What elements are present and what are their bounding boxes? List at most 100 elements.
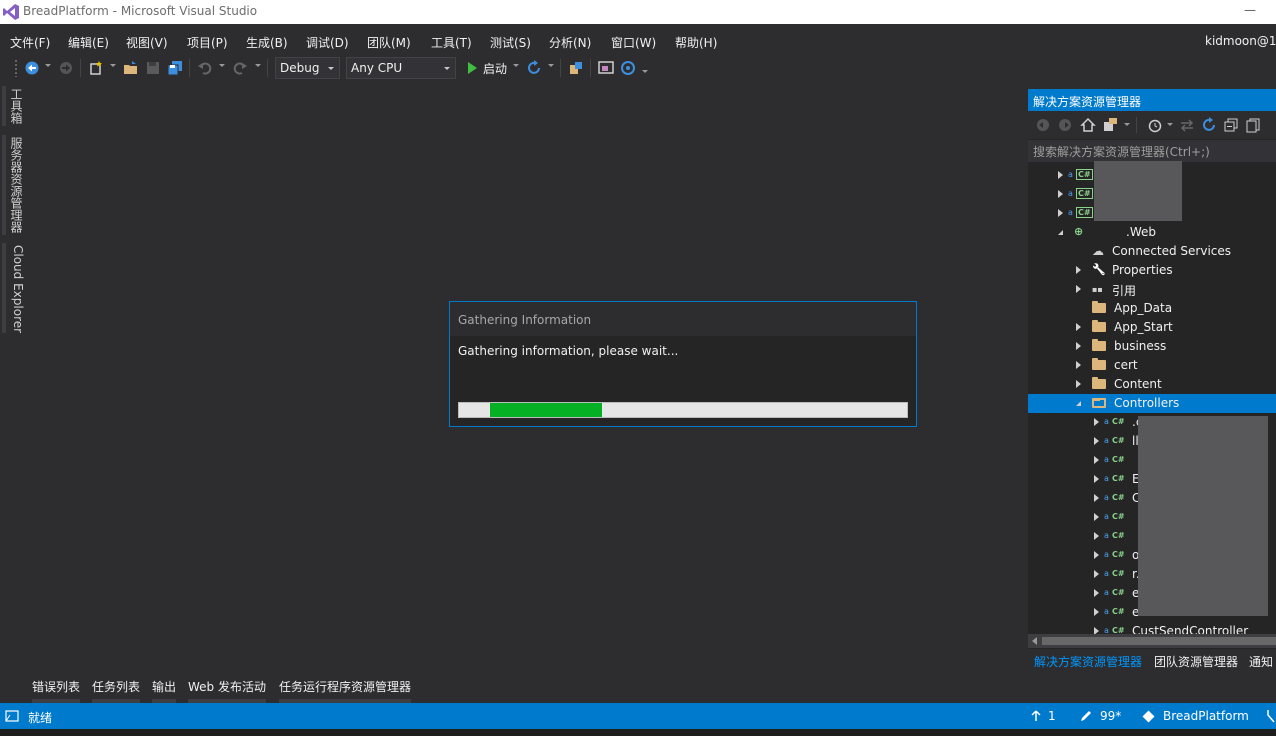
switch-views-icon[interactable] xyxy=(1103,117,1119,133)
tree-item[interactable]: Content xyxy=(1028,375,1276,394)
branch-icon[interactable] xyxy=(1266,709,1276,723)
menu-team[interactable]: 团队(M) xyxy=(367,34,411,51)
start-button[interactable]: 启动 xyxy=(483,60,507,77)
undo-dropdown-icon[interactable] xyxy=(219,64,225,67)
collapsed-arrow-icon[interactable] xyxy=(1094,551,1099,559)
expanded-arrow-icon[interactable] xyxy=(1076,401,1081,406)
tree-item[interactable]: Controllers xyxy=(1028,394,1276,413)
menu-file[interactable]: 文件(F) xyxy=(10,34,50,51)
tab-task-runner-explorer[interactable]: 任务运行程序资源管理器 xyxy=(279,678,412,704)
scrollbar-thumb[interactable] xyxy=(1042,637,1276,645)
menu-help[interactable]: 帮助(H) xyxy=(675,34,717,51)
switch-views-dropdown-icon[interactable] xyxy=(1124,123,1130,126)
back-dropdown-icon[interactable] xyxy=(45,64,51,67)
collapsed-arrow-icon[interactable] xyxy=(1058,171,1063,179)
refresh-icon[interactable] xyxy=(526,60,542,76)
new-project-dropdown-icon[interactable] xyxy=(110,64,116,67)
tree-item[interactable]: cert xyxy=(1028,356,1276,375)
menu-edit[interactable]: 编辑(E) xyxy=(68,34,109,51)
collapsed-arrow-icon[interactable] xyxy=(1094,570,1099,578)
collapsed-arrow-icon[interactable] xyxy=(1094,494,1099,502)
redo-dropdown-icon[interactable] xyxy=(255,64,261,67)
collapsed-arrow-icon[interactable] xyxy=(1094,475,1099,483)
cloud-explorer-tab[interactable]: Cloud Explorer xyxy=(9,245,25,333)
menu-test[interactable]: 测试(S) xyxy=(490,34,531,51)
redo-icon[interactable] xyxy=(232,60,248,76)
solution-horizontal-scrollbar[interactable] xyxy=(1028,634,1276,648)
open-file-icon[interactable] xyxy=(123,60,139,76)
tree-item[interactable]: 🔧 Properties xyxy=(1028,261,1276,280)
tree-item[interactable]: a C# CustSendController xyxy=(1028,622,1276,634)
menu-build[interactable]: 生成(B) xyxy=(246,34,288,51)
solution-search-input[interactable]: 搜索解决方案资源管理器(Ctrl+;) xyxy=(1028,140,1276,162)
home-icon[interactable] xyxy=(1080,117,1096,133)
pending-changes-filter-icon[interactable] xyxy=(1147,117,1163,133)
refresh-dropdown-icon[interactable] xyxy=(548,64,554,67)
pending-changes-count[interactable]: 99* xyxy=(1100,709,1121,723)
toolbar-grip[interactable] xyxy=(14,59,18,77)
collapsed-arrow-icon[interactable] xyxy=(1094,456,1099,464)
tab-output[interactable]: 输出 xyxy=(152,678,177,704)
refresh-icon[interactable] xyxy=(1201,117,1217,133)
filter-dropdown-icon[interactable] xyxy=(1167,123,1173,126)
solution-configuration-select[interactable]: Debug xyxy=(275,57,340,79)
toolbox-tab[interactable]: 工具箱 xyxy=(9,88,25,124)
collapsed-arrow-icon[interactable] xyxy=(1094,532,1099,540)
minimize-button[interactable]: — xyxy=(1244,3,1256,17)
forward-icon[interactable] xyxy=(58,60,74,76)
collapsed-arrow-icon[interactable] xyxy=(1076,361,1081,369)
unpublished-commits-count[interactable]: 1 xyxy=(1048,709,1056,723)
collapsed-arrow-icon[interactable] xyxy=(1058,190,1063,198)
menu-debug[interactable]: 调试(D) xyxy=(306,34,349,51)
collapsed-arrow-icon[interactable] xyxy=(1094,513,1099,521)
tab-team-explorer[interactable]: 团队资源管理器 xyxy=(1154,653,1238,670)
collapsed-arrow-icon[interactable] xyxy=(1094,437,1099,445)
server-explorer-tab[interactable]: 服务器资源管理器 xyxy=(9,137,25,233)
tree-item[interactable]: App_Data xyxy=(1028,299,1276,318)
back-icon[interactable] xyxy=(1036,118,1050,132)
solution-explorer-title[interactable]: 解决方案资源管理器 xyxy=(1028,89,1276,111)
collapsed-arrow-icon[interactable] xyxy=(1076,323,1081,331)
collapsed-arrow-icon[interactable] xyxy=(1094,627,1099,634)
user-account[interactable]: kidmoon@1 xyxy=(1205,34,1276,48)
start-dropdown-icon[interactable] xyxy=(513,64,519,67)
web-essentials-icon[interactable] xyxy=(620,60,636,76)
show-all-files-icon[interactable] xyxy=(1245,117,1261,133)
collapsed-arrow-icon[interactable] xyxy=(1094,418,1099,426)
repository-name[interactable]: BreadPlatform xyxy=(1163,709,1249,723)
collapsed-arrow-icon[interactable] xyxy=(1076,342,1081,350)
scroll-left-icon[interactable] xyxy=(1032,637,1037,645)
menu-analyze[interactable]: 分析(N) xyxy=(549,34,591,51)
collapsed-arrow-icon[interactable] xyxy=(1076,380,1081,388)
save-icon[interactable] xyxy=(145,60,161,76)
output-window-icon[interactable] xyxy=(5,710,19,722)
start-icon[interactable] xyxy=(464,60,480,76)
tree-item[interactable]: business xyxy=(1028,337,1276,356)
expanded-arrow-icon[interactable] xyxy=(1058,230,1063,235)
tree-item[interactable]: ⊕ .Web xyxy=(1028,223,1276,242)
save-all-icon[interactable] xyxy=(167,60,183,76)
browser-link-icon[interactable] xyxy=(598,60,614,76)
tab-notifications[interactable]: 通知 xyxy=(1249,653,1273,670)
collapsed-arrow-icon[interactable] xyxy=(1076,285,1081,293)
tree-item[interactable]: App_Start xyxy=(1028,318,1276,337)
solution-platform-select[interactable]: Any CPU xyxy=(346,57,456,79)
collapsed-arrow-icon[interactable] xyxy=(1094,589,1099,597)
tab-web-publish-activity[interactable]: Web 发布活动 xyxy=(188,678,266,704)
tab-task-list[interactable]: 任务列表 xyxy=(92,678,141,704)
collapsed-arrow-icon[interactable] xyxy=(1076,266,1081,274)
toolbar-overflow-icon[interactable] xyxy=(642,70,648,73)
menu-view[interactable]: 视图(V) xyxy=(126,34,168,51)
collapse-all-icon[interactable] xyxy=(1223,117,1239,133)
undo-icon[interactable] xyxy=(197,60,213,76)
find-icon[interactable] xyxy=(568,60,584,76)
tree-item[interactable]: ▪▪ 引用 xyxy=(1028,280,1276,299)
new-project-icon[interactable] xyxy=(88,60,104,76)
tree-item[interactable]: ☁ Connected Services xyxy=(1028,242,1276,261)
tab-error-list[interactable]: 错误列表 xyxy=(32,678,81,704)
sync-with-document-icon[interactable] xyxy=(1179,117,1195,133)
menu-window[interactable]: 窗口(W) xyxy=(611,34,656,51)
back-icon[interactable] xyxy=(24,60,40,76)
tab-solution-explorer[interactable]: 解决方案资源管理器 xyxy=(1034,653,1142,670)
collapsed-arrow-icon[interactable] xyxy=(1058,209,1063,217)
